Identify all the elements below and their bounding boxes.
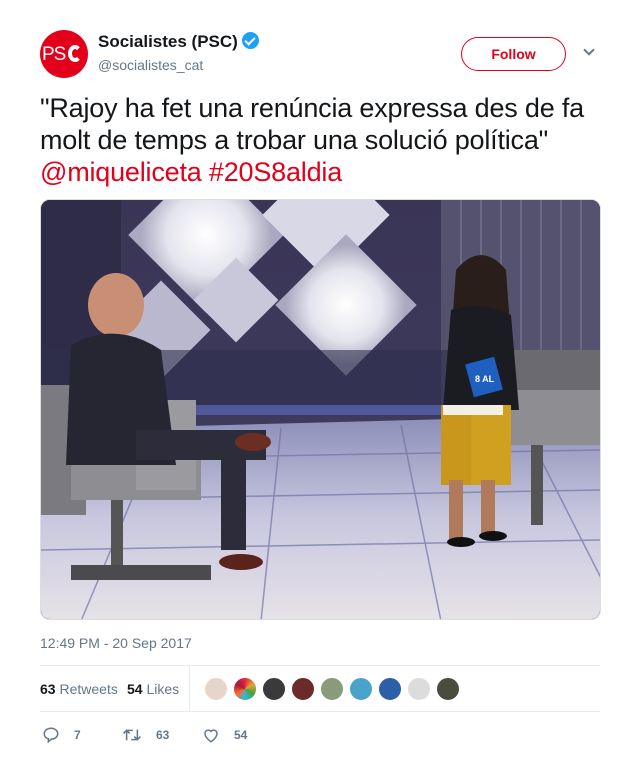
retweet-button[interactable]: 63 <box>122 722 169 748</box>
liker-avatar[interactable] <box>204 677 228 701</box>
tweet-header: PS Socialistes (PSC) @socialistes_cat Fo… <box>40 30 600 82</box>
retweets-label: Retweets <box>59 681 118 697</box>
hashtag-link[interactable]: #20S8aldia <box>209 157 342 187</box>
liker-avatar[interactable] <box>262 677 286 701</box>
retweets-stat[interactable]: 63 Retweets <box>40 681 118 697</box>
liker-avatar[interactable] <box>378 677 402 701</box>
heart-icon <box>204 729 218 743</box>
divider-bottom <box>40 711 600 712</box>
liker-avatar[interactable] <box>291 677 315 701</box>
verified-icon <box>241 32 259 49</box>
reply-icon <box>43 727 59 744</box>
retweets-count: 63 <box>40 681 56 697</box>
likes-count: 54 <box>127 681 143 697</box>
liker-avatar[interactable] <box>320 677 344 701</box>
tweet-actions: 7 63 54 <box>40 722 600 748</box>
user-info[interactable]: Socialistes (PSC) @socialistes_cat <box>98 32 259 73</box>
liker-avatar[interactable] <box>349 677 373 701</box>
avatar-logo-c <box>68 45 82 62</box>
retweet-count: 63 <box>156 728 170 742</box>
likes-stat[interactable]: 54 Likes <box>127 681 179 697</box>
tweet-timestamp[interactable]: 12:49 PM - 20 Sep 2017 <box>40 635 192 651</box>
display-name[interactable]: Socialistes (PSC) <box>98 32 238 51</box>
mention-link[interactable]: @miqueliceta <box>40 157 202 187</box>
stats-separator <box>189 666 190 712</box>
chevron-down-icon[interactable] <box>583 44 595 56</box>
like-button[interactable]: 54 <box>202 722 247 748</box>
likes-label: Likes <box>146 681 180 697</box>
liker-avatar[interactable] <box>233 677 257 701</box>
tweet-text: "Rajoy ha fet una renúncia expressa des … <box>40 92 610 188</box>
tweet-stats: 63 Retweets 54 Likes <box>40 666 600 712</box>
like-count: 54 <box>234 728 248 742</box>
screen-logo: 8 AL <box>475 374 495 384</box>
retweet-icon <box>122 729 142 741</box>
follow-button[interactable]: Follow <box>461 37 566 71</box>
avatar-logo-text: PS <box>42 44 66 65</box>
liker-avatar[interactable] <box>407 677 431 701</box>
liker-avatar[interactable] <box>436 677 460 701</box>
reply-count: 7 <box>74 728 81 742</box>
user-handle[interactable]: @socialistes_cat <box>98 57 259 73</box>
tweet-quote: "Rajoy ha fet una renúncia expressa des … <box>40 93 584 155</box>
tweet-photo[interactable]: 8 AL <box>40 199 601 620</box>
avatar[interactable]: PS <box>40 30 88 78</box>
studio-photo-illustration: 8 AL <box>41 200 600 619</box>
reply-button[interactable]: 7 <box>42 722 81 748</box>
